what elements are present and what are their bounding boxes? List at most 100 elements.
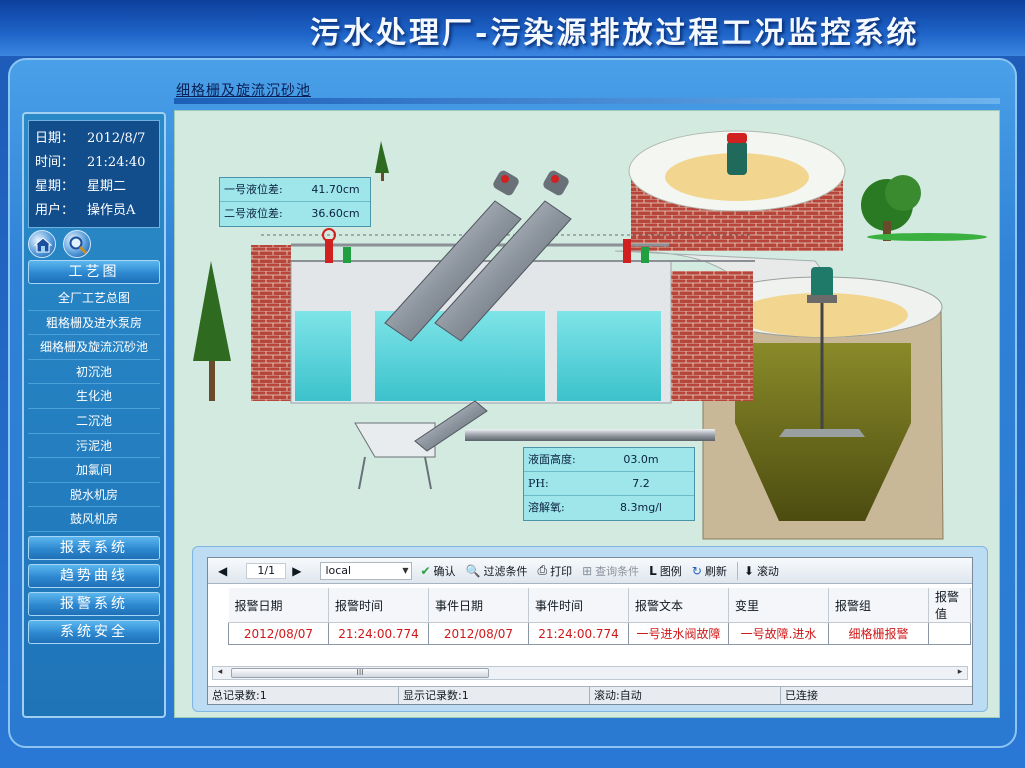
refresh-button[interactable]: ↻ 刷新 bbox=[692, 563, 727, 579]
status-scroll: 滚动:自动 bbox=[590, 687, 781, 704]
col-variable[interactable]: 变里 bbox=[728, 588, 829, 623]
alarm-table: 报警日期 报警时间 事件日期 事件时间 报警文本 变里 报警组 报警值 2012… bbox=[228, 588, 971, 645]
nav-item-primary-clarifier[interactable]: 初沉池 bbox=[28, 360, 160, 385]
table-row[interactable]: 2012/08/07 21:24:00.774 2012/08/07 21:24… bbox=[228, 622, 971, 645]
tank-do-value: 8.3mg/l bbox=[620, 501, 662, 514]
tank-level-value: 03.0m bbox=[623, 453, 659, 466]
level1-value: 41.70cm bbox=[311, 183, 360, 196]
alarm-status-bar: 总记录数:1 显示记录数:1 滚动:自动 已连接 bbox=[208, 686, 972, 704]
page-heading: 细格栅及旋流沉砂池 bbox=[176, 83, 311, 99]
nav-item-bio-tank[interactable]: 生化池 bbox=[28, 384, 160, 409]
level2-label: 二号液位差: bbox=[224, 207, 283, 220]
legend-label: 图例 bbox=[659, 564, 682, 578]
col-alarm-date[interactable]: 报警日期 bbox=[228, 588, 329, 623]
weekday-value: 星期二 bbox=[87, 179, 127, 194]
filter-label: 过滤条件 bbox=[483, 564, 528, 578]
cell-alarm-value bbox=[928, 622, 971, 645]
col-alarm-text[interactable]: 报警文本 bbox=[628, 588, 729, 623]
tank-ph-value: 7.2 bbox=[632, 477, 650, 490]
date-value: 2012/8/7 bbox=[87, 131, 146, 146]
time-label: 时间： bbox=[35, 155, 75, 170]
weekday-row: 星期： 星期二 bbox=[35, 175, 153, 199]
date-label: 日期： bbox=[35, 131, 75, 146]
status-total: 总记录数:1 bbox=[208, 687, 399, 704]
nav-item-secondary-clarifier[interactable]: 二沉池 bbox=[28, 409, 160, 434]
confirm-button[interactable]: ✔ 确认 bbox=[420, 563, 455, 579]
nav-report-button[interactable]: 报表系统 bbox=[28, 536, 160, 560]
magnifier-icon[interactable] bbox=[63, 230, 92, 258]
tank-ph-label: PH: bbox=[528, 477, 549, 490]
weekday-label: 星期： bbox=[35, 179, 75, 194]
nav-item-dewatering[interactable]: 脱水机房 bbox=[28, 483, 160, 508]
col-alarm-time[interactable]: 报警时间 bbox=[328, 588, 429, 623]
cell-alarm-text: 一号进水阀故障 bbox=[628, 622, 729, 645]
nav-alarm-button[interactable]: 报警系统 bbox=[28, 592, 160, 616]
cell-event-date: 2012/08/07 bbox=[428, 622, 529, 645]
scroll-right-icon[interactable]: ▸ bbox=[953, 667, 967, 677]
nav-item-chlorination[interactable]: 加氯间 bbox=[28, 458, 160, 483]
query-icon: ⊞ bbox=[582, 563, 593, 578]
tank-readout: 液面高度: 03.0m PH: 7.2 溶解氧: 8.3mg/l bbox=[523, 447, 695, 521]
col-event-time[interactable]: 事件时间 bbox=[528, 588, 629, 623]
screw-conveyor bbox=[354, 400, 488, 490]
col-alarm-value[interactable]: 报警值 bbox=[928, 588, 971, 623]
nav-trend-button[interactable]: 趋势曲线 bbox=[28, 564, 160, 588]
refresh-icon: ↻ bbox=[691, 563, 702, 578]
search-icon: 🔍 bbox=[465, 563, 481, 578]
check-icon: ✔ bbox=[420, 563, 431, 578]
scroll-button[interactable]: ⬇ 滚动 bbox=[744, 563, 779, 579]
nav-process-header[interactable]: 工艺图 bbox=[28, 260, 160, 284]
nav-item-fine-screen[interactable]: 细格栅及旋流沉砂池 bbox=[28, 335, 160, 360]
horizontal-scrollbar[interactable]: ◂ III ▸ bbox=[212, 666, 968, 680]
status-connection: 已连接 bbox=[785, 689, 818, 702]
printer-icon: ⎙ bbox=[537, 563, 548, 577]
nav-security-button[interactable]: 系统安全 bbox=[28, 620, 160, 644]
status-shown: 显示记录数:1 bbox=[399, 687, 590, 704]
nav-item-coarse-screen[interactable]: 粗格栅及进水泵房 bbox=[28, 311, 160, 336]
info-panel: 日期： 2012/8/7 时间： 21:24:40 星期： 星期二 用户： 操作员A bbox=[28, 120, 160, 228]
legend-button[interactable]: L 图例 bbox=[649, 563, 682, 579]
sidebar: 日期： 2012/8/7 时间： 21:24:40 星期： 星期二 用户： 操作员A 工… bbox=[22, 112, 166, 718]
chevron-down-icon: ▼ bbox=[402, 565, 409, 575]
refresh-label: 刷新 bbox=[704, 564, 727, 578]
source-value: local bbox=[325, 563, 352, 577]
time-row: 时间： 21:24:40 bbox=[35, 151, 153, 175]
tank-row-do: 溶解氧: 8.3mg/l bbox=[524, 496, 694, 520]
query-label: 查询条件 bbox=[595, 564, 640, 578]
tree-right bbox=[861, 175, 987, 241]
date-row: 日期： 2012/8/7 bbox=[35, 127, 153, 151]
home-icon[interactable] bbox=[28, 230, 56, 258]
scroll-left-icon[interactable]: ◂ bbox=[213, 667, 227, 677]
nav-item-plant-overview[interactable]: 全厂工艺总图 bbox=[28, 286, 160, 311]
filter-button[interactable]: 🔍 过滤条件 bbox=[466, 563, 528, 579]
user-label: 用户： bbox=[35, 203, 75, 218]
confirm-label: 确认 bbox=[433, 564, 456, 578]
alarm-toolbar: ◀ 1/1 ▶ local ▼ ✔ 确认 🔍 过滤条件 ⎙ 打印 ⊞ 查询条件 L 图例 ↻… bbox=[208, 558, 972, 584]
cell-alarm-date: 2012/08/07 bbox=[228, 622, 329, 645]
tree-small bbox=[375, 141, 389, 181]
alarm-table-header: 报警日期 报警时间 事件日期 事件时间 报警文本 变里 报警组 报警值 bbox=[228, 588, 971, 623]
col-event-date[interactable]: 事件日期 bbox=[428, 588, 529, 623]
tank-do-label: 溶解氧: bbox=[528, 501, 565, 514]
level-readout: 一号液位差: 41.70cm 二号液位差: 36.60cm bbox=[219, 177, 371, 227]
nav-item-sludge-tank[interactable]: 污泥池 bbox=[28, 434, 160, 459]
print-button[interactable]: ⎙ 打印 bbox=[537, 563, 572, 579]
alarm-panel: ◀ 1/1 ▶ local ▼ ✔ 确认 🔍 过滤条件 ⎙ 打印 ⊞ 查询条件 L 图例 ↻… bbox=[207, 557, 973, 705]
arrow-down-icon: ⬇ bbox=[743, 563, 754, 578]
next-page-icon[interactable]: ▶ bbox=[292, 564, 304, 578]
level2-value: 36.60cm bbox=[311, 207, 360, 220]
scrollbar-thumb[interactable]: III bbox=[231, 668, 489, 678]
level-row-2: 二号液位差: 36.60cm bbox=[220, 202, 370, 226]
query-button[interactable]: ⊞ 查询条件 bbox=[582, 563, 639, 579]
nav-item-blower-room[interactable]: 鼓风机房 bbox=[28, 507, 160, 532]
level-row-1: 一号液位差: 41.70cm bbox=[220, 178, 370, 202]
source-select[interactable]: local ▼ bbox=[320, 561, 413, 580]
alarm-panel-wrapper: ◀ 1/1 ▶ local ▼ ✔ 确认 🔍 过滤条件 ⎙ 打印 ⊞ 查询条件 L 图例 ↻… bbox=[192, 546, 988, 712]
heading-divider bbox=[174, 98, 1000, 104]
legend-icon: L bbox=[649, 563, 657, 578]
cell-alarm-group: 细格栅报警 bbox=[828, 622, 929, 645]
tank-level-label: 液面高度: bbox=[528, 453, 576, 466]
col-alarm-group[interactable]: 报警组 bbox=[828, 588, 929, 623]
page-indicator: 1/1 bbox=[246, 562, 287, 579]
prev-page-icon[interactable]: ◀ bbox=[218, 564, 230, 578]
